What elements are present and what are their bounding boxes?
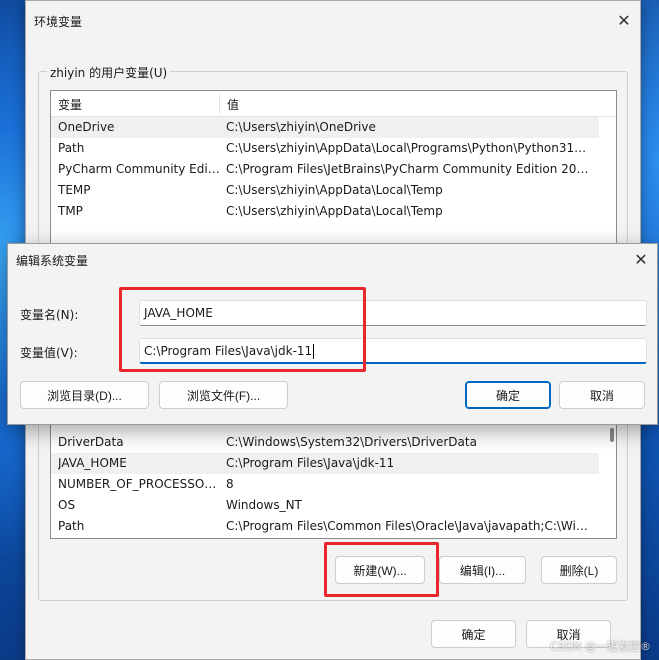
browse-directory-button[interactable]: 浏览目录(D)...	[20, 381, 149, 409]
system-variables-list[interactable]: DriverData C:\Windows\System32\Drivers\D…	[50, 421, 617, 539]
variable-value-label: 变量值(V):	[20, 346, 78, 360]
delete-variable-button[interactable]: 删除(L)	[541, 556, 617, 584]
variable-value: C:\Program Files\Common Files\Oracle\Jav…	[226, 519, 592, 533]
new-variable-button[interactable]: 新建(W)...	[335, 556, 425, 584]
list-item[interactable]: PyCharm Community Editi... C:\Program Fi…	[51, 159, 599, 180]
variable-value: C:\Program Files\JetBrains\PyCharm Commu…	[226, 162, 592, 176]
window-title: 环境变量	[34, 15, 83, 29]
variable-value-field[interactable]: C:\Program Files\Java\jdk-11	[139, 338, 647, 364]
vertical-scrollbar[interactable]	[610, 428, 614, 442]
variable-name: Path	[58, 141, 85, 155]
list-item[interactable]: TEMP C:\Users\zhiyin\AppData\Local\Temp	[51, 180, 599, 201]
variable-value: C:\Users\zhiyin\AppData\Local\Temp	[226, 183, 443, 197]
variable-value: C:\Program Files\Java\jdk-11	[226, 456, 395, 470]
variable-name: OneDrive	[58, 120, 115, 134]
variable-value: Windows_NT	[226, 498, 302, 512]
list-item[interactable]: TMP C:\Users\zhiyin\AppData\Local\Temp	[51, 201, 599, 222]
variable-value: C:\Windows\System32\Drivers\DriverData	[226, 435, 477, 449]
close-icon[interactable]: ✕	[631, 250, 651, 270]
user-variables-list[interactable]: 变量 值 OneDrive C:\Users\zhiyin\OneDrive P…	[50, 90, 617, 245]
edit-system-variable-dialog: 编辑系统变量 ✕ 变量名(N): JAVA_HOME 变量值(V): C:\Pr…	[7, 243, 658, 425]
column-divider[interactable]	[219, 94, 220, 114]
text-caret	[313, 344, 315, 359]
variable-value: C:\Users\zhiyin\AppData\Local\Programs\P…	[226, 141, 592, 155]
watermark: CSDN @一短发控®	[550, 640, 651, 653]
variable-name-field[interactable]: JAVA_HOME	[139, 300, 647, 326]
list-item[interactable]: OS Windows_NT	[51, 495, 599, 516]
variable-value-text: C:\Program Files\Java\jdk-11	[144, 344, 313, 358]
variable-name: PyCharm Community Editi...	[58, 162, 220, 176]
user-variables-group-label: zhiyin 的用户变量(U)	[47, 64, 171, 81]
edit-variable-button[interactable]: 编辑(I)...	[439, 556, 526, 584]
list-header: 变量 值	[51, 91, 616, 117]
list-item[interactable]: Path C:\Users\zhiyin\AppData\Local\Progr…	[51, 138, 599, 159]
list-item[interactable]: JAVA_HOME C:\Program Files\Java\jdk-11	[51, 453, 599, 474]
variable-name: DriverData	[58, 435, 124, 449]
close-icon[interactable]: ✕	[614, 11, 634, 31]
ok-button[interactable]: 确定	[431, 620, 516, 648]
list-item[interactable]: OneDrive C:\Users\zhiyin\OneDrive	[51, 117, 599, 138]
variable-value: C:\Users\zhiyin\OneDrive	[226, 120, 376, 134]
variable-name: OS	[58, 498, 76, 512]
column-header-value[interactable]: 值	[227, 96, 239, 113]
list-item[interactable]: NUMBER_OF_PROCESSORS 8	[51, 474, 599, 495]
column-header-name[interactable]: 变量	[58, 96, 82, 113]
list-item[interactable]: DriverData C:\Windows\System32\Drivers\D…	[51, 432, 599, 453]
variable-name-label: 变量名(N):	[20, 308, 79, 322]
variable-value: C:\Users\zhiyin\AppData\Local\Temp	[226, 204, 443, 218]
variable-name-value: JAVA_HOME	[144, 306, 213, 320]
title-bar: 环境变量 ✕	[26, 1, 640, 41]
variable-value: 8	[226, 477, 234, 491]
dialog-ok-button[interactable]: 确定	[465, 381, 551, 409]
variable-name: TMP	[58, 204, 83, 218]
variable-name: Path	[58, 519, 85, 533]
list-item[interactable]: Path C:\Program Files\Common Files\Oracl…	[51, 516, 599, 537]
dialog-title: 编辑系统变量	[16, 254, 89, 268]
variable-name: JAVA_HOME	[58, 456, 127, 470]
dialog-cancel-button[interactable]: 取消	[559, 381, 645, 409]
browse-file-button[interactable]: 浏览文件(F)...	[159, 381, 288, 409]
variable-name: TEMP	[58, 183, 91, 197]
variable-name: NUMBER_OF_PROCESSORS	[58, 477, 220, 491]
